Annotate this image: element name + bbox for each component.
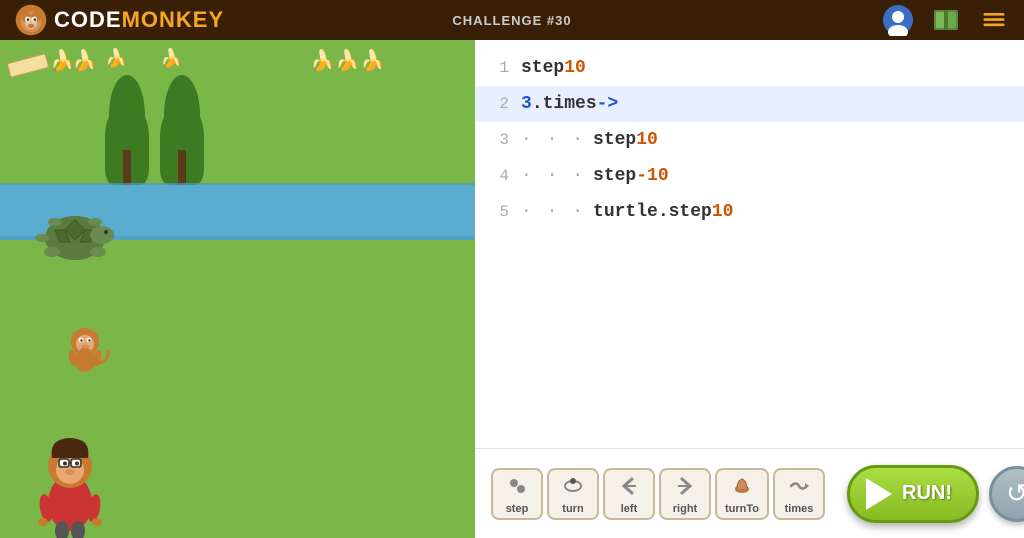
game-panel: 🍌 🍌 🍌 🍌 🍌 🍌 🍌 xyxy=(0,40,475,538)
token-5-0: turtle xyxy=(593,202,658,222)
cmd-right[interactable]: right xyxy=(659,468,711,520)
token-4-1: -10 xyxy=(636,166,668,186)
line-number-2: 2 xyxy=(485,95,509,113)
logo-text: CODEMONKEY xyxy=(54,7,224,33)
header: CODEMONKEY CHALLENGE #30 xyxy=(0,0,1024,40)
cmd-right-label: right xyxy=(673,503,697,515)
banana-3: 🍌 xyxy=(310,48,335,73)
token-5-1: .step xyxy=(658,202,712,222)
monkey-main xyxy=(30,428,110,538)
logo-monkey-icon xyxy=(14,3,48,37)
banana-top-2: 🍌 xyxy=(160,48,182,69)
token-4-0: step xyxy=(593,166,636,186)
line-number-1: 1 xyxy=(485,59,509,77)
cmd-turnto-label: turnTo xyxy=(725,503,759,515)
token-5-2: 10 xyxy=(712,202,734,222)
turtle xyxy=(30,200,110,260)
command-bar: step turn xyxy=(491,468,825,520)
code-line-3[interactable]: 3 · · · step 10 xyxy=(475,122,1024,158)
cmd-left-label: left xyxy=(621,503,638,515)
line-dots-5: · · · xyxy=(521,202,585,222)
banana-4: 🍌 xyxy=(335,48,360,73)
banana-top-1: 🍌 xyxy=(105,48,127,69)
line-dots-3: · · · xyxy=(521,130,585,150)
turnto-icon xyxy=(731,475,753,501)
times-icon xyxy=(788,475,810,501)
token-3-1: 10 xyxy=(636,130,658,150)
token-3-0: step xyxy=(593,130,636,150)
token-1-0: step xyxy=(521,58,564,78)
left-icon xyxy=(618,475,640,501)
token-2-1: .times xyxy=(532,94,597,114)
bottom-bar: step turn xyxy=(475,448,1024,538)
cmd-times[interactable]: times xyxy=(773,468,825,520)
cmd-step[interactable]: step xyxy=(491,468,543,520)
line-content-2: 3.times -> xyxy=(521,94,618,114)
line-dots-4: · · · xyxy=(521,166,585,186)
cmd-turnto[interactable]: turnTo xyxy=(715,468,769,520)
refresh-button[interactable]: ↺ xyxy=(989,466,1024,522)
code-line-2[interactable]: 23.times -> xyxy=(475,86,1024,122)
code-line-5[interactable]: 5 · · · turtle.step 10 xyxy=(475,194,1024,230)
code-line-1[interactable]: 1 step 10 xyxy=(475,50,1024,86)
code-editor[interactable]: 1step 1023.times ->3· · · step 104· · · … xyxy=(475,40,1024,448)
code-panel: 1step 1023.times ->3· · · step 104· · · … xyxy=(475,40,1024,538)
book-icon[interactable] xyxy=(930,4,962,36)
banana-2: 🍌 xyxy=(72,48,97,73)
right-icon xyxy=(674,475,696,501)
menu-icon[interactable] xyxy=(978,4,1010,36)
play-icon xyxy=(866,478,892,510)
line-content-4: · · · step -10 xyxy=(521,166,669,186)
line-content-5: · · · turtle.step 10 xyxy=(521,202,733,222)
cmd-left[interactable]: left xyxy=(603,468,655,520)
line-number-3: 3 xyxy=(485,131,509,149)
token-2-0: 3 xyxy=(521,94,532,114)
challenge-title: CHALLENGE #30 xyxy=(452,13,571,28)
line-number-5: 5 xyxy=(485,203,509,221)
header-icons xyxy=(882,4,1010,36)
cmd-turn[interactable]: turn xyxy=(547,468,599,520)
run-button[interactable]: RUN! xyxy=(847,465,979,523)
banana-5: 🍌 xyxy=(360,48,385,73)
line-content-1: step 10 xyxy=(521,58,586,78)
logo-monkey-word: MONKEY xyxy=(122,7,225,32)
turn-icon xyxy=(562,475,584,501)
main-layout: 🍌 🍌 🍌 🍌 🍌 🍌 🍌 xyxy=(0,40,1024,538)
token-1-1: 10 xyxy=(564,58,586,78)
logo-area: CODEMONKEY xyxy=(14,3,224,37)
run-label: RUN! xyxy=(902,482,952,505)
refresh-icon: ↺ xyxy=(1006,478,1024,509)
logo-code: CODE xyxy=(54,7,122,32)
code-line-4[interactable]: 4 · · · step -10 xyxy=(475,158,1024,194)
line-content-3: · · · step 10 xyxy=(521,130,658,150)
line-number-4: 4 xyxy=(485,167,509,185)
monkey-small xyxy=(60,320,105,370)
step-icon xyxy=(506,475,528,501)
token-2-2: -> xyxy=(597,94,619,114)
cmd-turn-label: turn xyxy=(562,503,583,515)
avatar-icon[interactable] xyxy=(882,4,914,36)
cmd-times-label: times xyxy=(785,503,814,515)
cmd-step-label: step xyxy=(506,503,529,515)
